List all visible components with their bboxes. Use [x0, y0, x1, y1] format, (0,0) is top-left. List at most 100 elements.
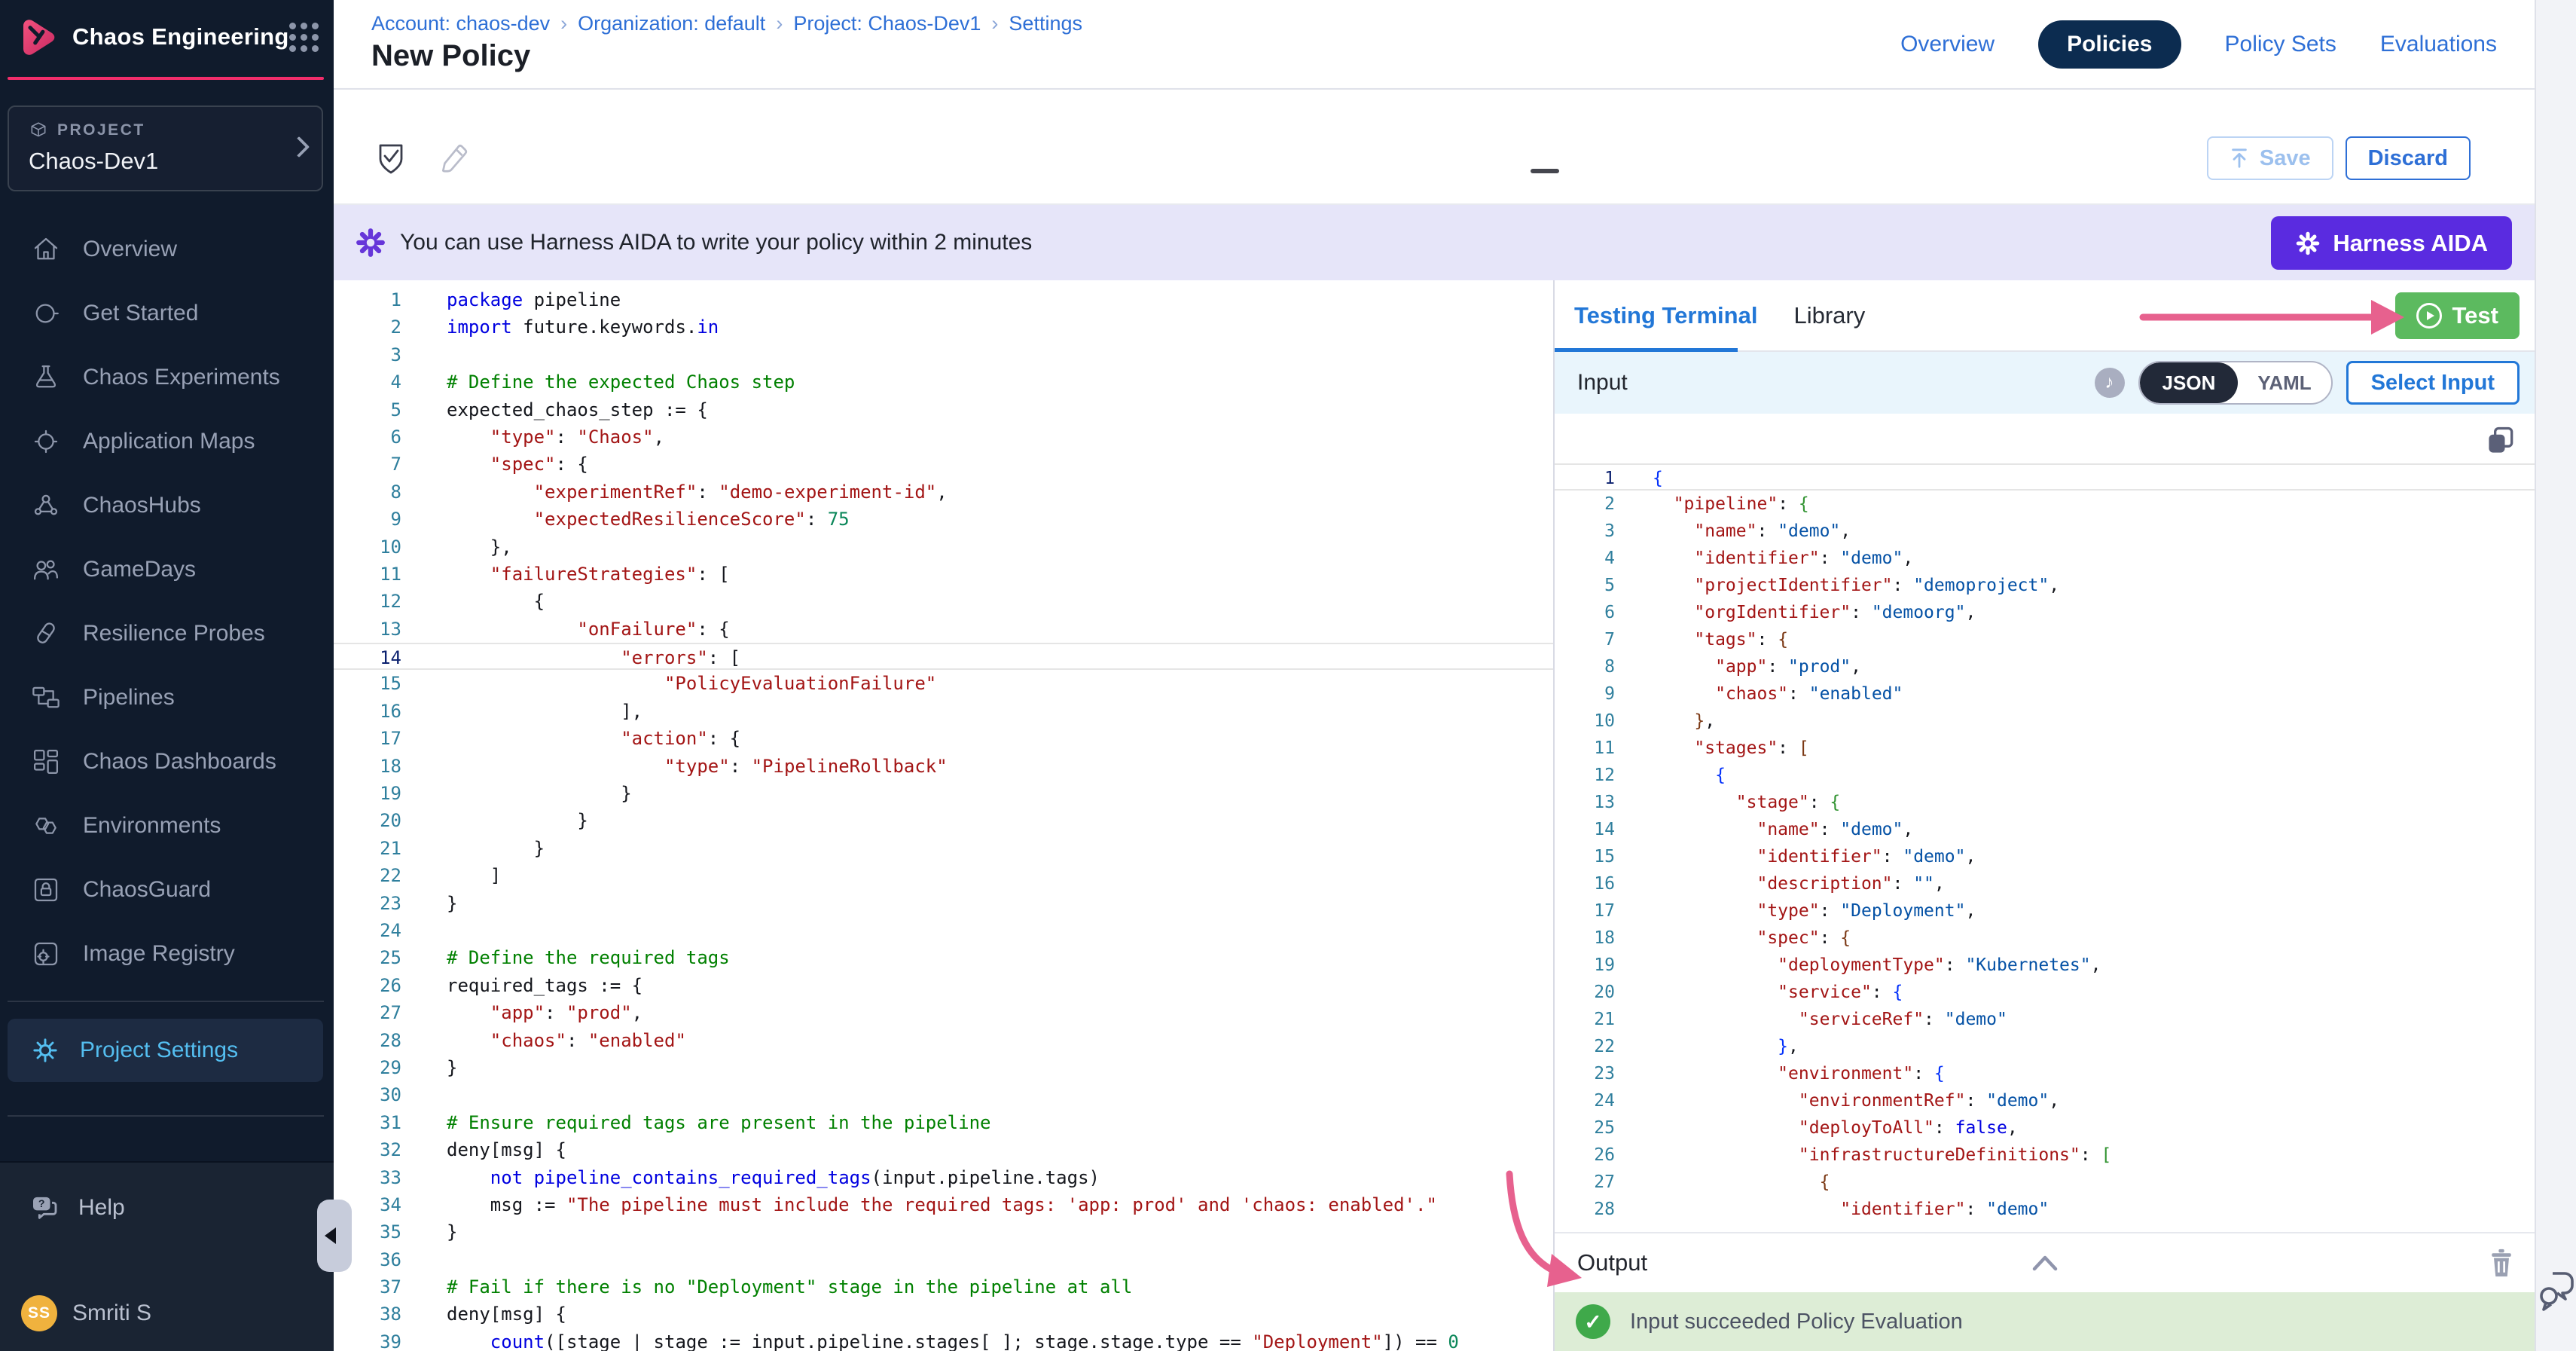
line-number: 13	[334, 616, 420, 643]
line-number: 17	[1555, 897, 1630, 925]
collapse-output-icon[interactable]	[2030, 1253, 2060, 1273]
line-number: 24	[1555, 1087, 1630, 1114]
discard-button[interactable]: Discard	[2346, 136, 2471, 180]
line-number: 7	[1555, 626, 1630, 653]
success-check-icon: ✓	[1576, 1304, 1610, 1339]
sidebar-item-application-maps[interactable]: Application Maps	[0, 409, 334, 473]
user-menu[interactable]: SS Smriti S	[21, 1295, 151, 1331]
project-selector[interactable]: PROJECT Chaos-Dev1	[8, 105, 323, 191]
code-line: 26required_tags := {	[334, 972, 1553, 999]
breadcrumb: Account: chaos-dev›Organization: default…	[371, 12, 1082, 35]
line-number: 12	[334, 588, 420, 615]
format-toggle[interactable]: JSON YAML	[2138, 361, 2333, 405]
tab-library[interactable]: Library	[1793, 302, 1865, 329]
user-name: Smriti S	[72, 1301, 151, 1326]
toggle-yaml[interactable]: YAML	[2238, 362, 2330, 403]
output-header: Output	[1555, 1232, 2535, 1292]
sidebar-item-environments[interactable]: Environments	[0, 793, 334, 857]
help-label: Help	[78, 1195, 125, 1221]
sidebar-item-chaoshubs[interactable]: ChaosHubs	[0, 473, 334, 537]
splitter-handle[interactable]	[1531, 169, 1559, 173]
code-line: 32deny[msg] {	[334, 1136, 1553, 1163]
line-number: 2	[334, 313, 420, 341]
select-input-button[interactable]: Select Input	[2346, 361, 2520, 405]
code-line: 38deny[msg] {	[334, 1301, 1553, 1328]
sidebar-item-chaos-dashboards[interactable]: Chaos Dashboards	[0, 729, 334, 793]
sidebar-item-get-started[interactable]: Get Started	[0, 281, 334, 345]
sidebar-item-label: Get Started	[83, 301, 198, 326]
save-button[interactable]: Save	[2207, 136, 2333, 180]
tab-testing-terminal[interactable]: Testing Terminal	[1574, 302, 1757, 329]
sidebar-item-image-registry[interactable]: Image Registry	[0, 922, 334, 986]
code-line: 5 "projectIdentifier": "demoproject",	[1555, 572, 2535, 599]
code-line: 19 }	[334, 780, 1553, 807]
breadcrumb-link[interactable]: Settings	[1009, 12, 1082, 35]
breadcrumb-link[interactable]: Organization: default	[578, 12, 765, 35]
code-line: 23 "environment": {	[1555, 1060, 2535, 1087]
tab-evaluations[interactable]: Evaluations	[2380, 32, 2497, 57]
line-number: 20	[334, 807, 420, 834]
policy-code-editor[interactable]: 1package pipeline2import future.keywords…	[334, 280, 1555, 1351]
input-json-editor[interactable]: 1{2 "pipeline": {3 "name": "demo",4 "ide…	[1555, 414, 2535, 1232]
line-number: 22	[1555, 1033, 1630, 1060]
svg-text:?: ?	[38, 1198, 45, 1210]
test-button[interactable]: Test	[2395, 292, 2520, 339]
upload-icon	[2230, 148, 2249, 169]
sidebar: Chaos Engineering PROJECT Chaos-Dev1 Ove…	[0, 0, 334, 1351]
format-note-icon[interactable]: ♪	[2095, 368, 2125, 398]
code-line: 18 "spec": {	[1555, 925, 2535, 952]
line-number: 10	[334, 533, 420, 561]
sidebar-item-resilience-probes[interactable]: Resilience Probes	[0, 601, 334, 665]
help-button[interactable]: ? Help	[0, 1163, 334, 1223]
code-line: 29}	[334, 1054, 1553, 1081]
breadcrumb-link[interactable]: Project: Chaos-Dev1	[793, 12, 981, 35]
aida-sparkle-icon	[355, 227, 386, 258]
line-number: 32	[334, 1136, 420, 1163]
cube-icon	[29, 121, 48, 140]
line-number: 18	[1555, 925, 1630, 952]
aida-banner: You can use Harness AIDA to write your p…	[334, 205, 2535, 280]
input-header: Input ♪ JSON YAML Select Input	[1555, 352, 2535, 414]
code-line: 15 "identifier": "demo",	[1555, 843, 2535, 870]
harness-aida-button[interactable]: Harness AIDA	[2271, 216, 2512, 270]
edit-pencil-icon[interactable]	[436, 139, 471, 179]
line-number: 14	[334, 644, 420, 668]
sidebar-item-chaosguard[interactable]: ChaosGuard	[0, 857, 334, 922]
tab-policies[interactable]: Policies	[2038, 20, 2181, 69]
line-number: 5	[334, 396, 420, 423]
sidebar-collapse-handle[interactable]	[317, 1200, 352, 1272]
divider	[8, 1001, 324, 1002]
code-line: 25 "deployToAll": false,	[1555, 1114, 2535, 1142]
policy-shield-check-icon[interactable]	[373, 139, 409, 179]
sidebar-item-label: Environments	[83, 813, 221, 839]
gear-icon	[30, 1035, 60, 1065]
toggle-json[interactable]: JSON	[2140, 362, 2239, 403]
code-line: 23}	[334, 890, 1553, 917]
code-line: 7 "spec": {	[334, 451, 1553, 478]
line-number: 39	[334, 1328, 420, 1351]
sidebar-nav: Overview Get Started Chaos ExperimentsAppl…	[0, 217, 334, 986]
module-switcher-icon[interactable]	[289, 23, 319, 52]
editor-toolbar: Save Discard	[334, 90, 2535, 205]
breadcrumb-link[interactable]: Account: chaos-dev	[371, 12, 550, 35]
code-line: 18 "type": "PipelineRollback"	[334, 753, 1553, 780]
trash-icon[interactable]	[2486, 1246, 2516, 1279]
sidebar-item-overview[interactable]: Overview	[0, 217, 334, 281]
sidebar-item-gamedays[interactable]: GameDays	[0, 537, 334, 601]
code-line: 21 }	[334, 835, 1553, 862]
line-number: 15	[334, 670, 420, 697]
resource-center-icon[interactable]	[2538, 1269, 2576, 1316]
code-line: 17 "type": "Deployment",	[1555, 897, 2535, 925]
tab-overview[interactable]: Overview	[1900, 32, 1995, 57]
sidebar-item-chaos-experiments[interactable]: Chaos Experiments	[0, 345, 334, 409]
copy-icon[interactable]	[2483, 424, 2518, 457]
line-number: 13	[1555, 789, 1630, 816]
line-number: 25	[1555, 1114, 1630, 1142]
line-number: 11	[334, 561, 420, 588]
line-number: 23	[1555, 1060, 1630, 1087]
line-number: 28	[334, 1027, 420, 1054]
tab-policy-sets[interactable]: Policy Sets	[2225, 32, 2336, 57]
sidebar-item-project-settings[interactable]: Project Settings	[8, 1019, 323, 1082]
sidebar-item-pipelines[interactable]: Pipelines	[0, 665, 334, 729]
code-line: 25# Define the required tags	[334, 944, 1553, 971]
